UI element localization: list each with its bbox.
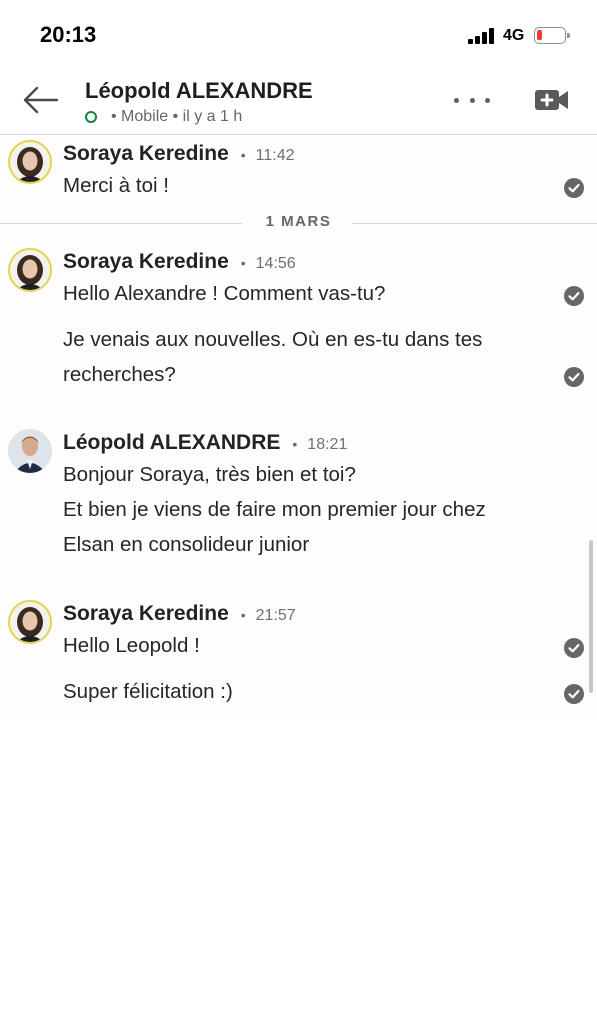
message-text: Elsan en consolideur junior bbox=[63, 533, 310, 556]
read-receipt-icon bbox=[564, 684, 584, 704]
message-text: Bonjour Soraya, très bien et toi? bbox=[63, 463, 356, 486]
contact-name[interactable]: Léopold ALEXANDRE bbox=[85, 78, 313, 104]
status-bar: 20:13 4G bbox=[0, 0, 597, 70]
scrollbar[interactable] bbox=[589, 540, 593, 693]
message-text: Hello Leopold ! bbox=[63, 634, 200, 657]
battery-icon bbox=[534, 27, 570, 44]
message-sender[interactable]: Soraya Keredine • 11:42 bbox=[63, 142, 295, 166]
signal-icon bbox=[468, 28, 498, 44]
avatar[interactable] bbox=[8, 140, 52, 184]
message-text: Et bien je viens de faire mon premier jo… bbox=[63, 498, 486, 521]
date-label: 1 MARS bbox=[265, 213, 332, 230]
message-sender[interactable]: Soraya Keredine • 14:56 bbox=[63, 250, 296, 274]
message-time: 11:42 bbox=[255, 147, 295, 164]
message-text: Hello Alexandre ! Comment vas-tu? bbox=[63, 282, 386, 305]
avatar[interactable] bbox=[8, 600, 52, 644]
online-status-icon bbox=[85, 111, 97, 123]
sender-name: Soraya Keredine bbox=[63, 602, 229, 625]
conversation-header: Léopold ALEXANDRE • Mobile • il y a 1 h bbox=[0, 70, 597, 135]
message-thread[interactable]: Soraya Keredine • 11:42 Merci à toi ! 1 MA… bbox=[0, 135, 597, 719]
back-arrow-icon[interactable] bbox=[22, 84, 62, 116]
avatar[interactable] bbox=[8, 248, 52, 292]
sender-name: Soraya Keredine bbox=[63, 142, 229, 165]
avatar[interactable] bbox=[8, 429, 52, 473]
presence-text: • Mobile • il y a 1 h bbox=[111, 108, 243, 125]
read-receipt-icon bbox=[564, 178, 584, 198]
message-time: 14:56 bbox=[255, 255, 296, 272]
status-time: 20:13 bbox=[40, 22, 97, 47]
message-sender[interactable]: Soraya Keredine • 21:57 bbox=[63, 602, 296, 626]
date-divider: 1 MARS bbox=[0, 213, 597, 233]
read-receipt-icon bbox=[564, 367, 584, 387]
sender-name: Léopold ALEXANDRE bbox=[63, 431, 281, 454]
video-call-icon[interactable] bbox=[534, 88, 570, 112]
message-time: 21:57 bbox=[255, 607, 296, 624]
network-type: 4G bbox=[503, 27, 525, 44]
message-text: Je venais aux nouvelles. Où en es-tu dan… bbox=[63, 328, 483, 351]
message-time: 18:21 bbox=[307, 436, 348, 453]
message-text: recherches? bbox=[63, 363, 176, 386]
read-receipt-icon bbox=[564, 286, 584, 306]
message-sender[interactable]: Léopold ALEXANDRE • 18:21 bbox=[63, 431, 347, 455]
read-receipt-icon bbox=[564, 638, 584, 658]
presence-status: • Mobile • il y a 1 h bbox=[85, 108, 242, 126]
more-options-icon[interactable] bbox=[454, 90, 490, 110]
sender-name: Soraya Keredine bbox=[63, 250, 229, 273]
message-text: Merci à toi ! bbox=[63, 174, 169, 197]
message-text: Super félicitation :) bbox=[63, 680, 233, 703]
